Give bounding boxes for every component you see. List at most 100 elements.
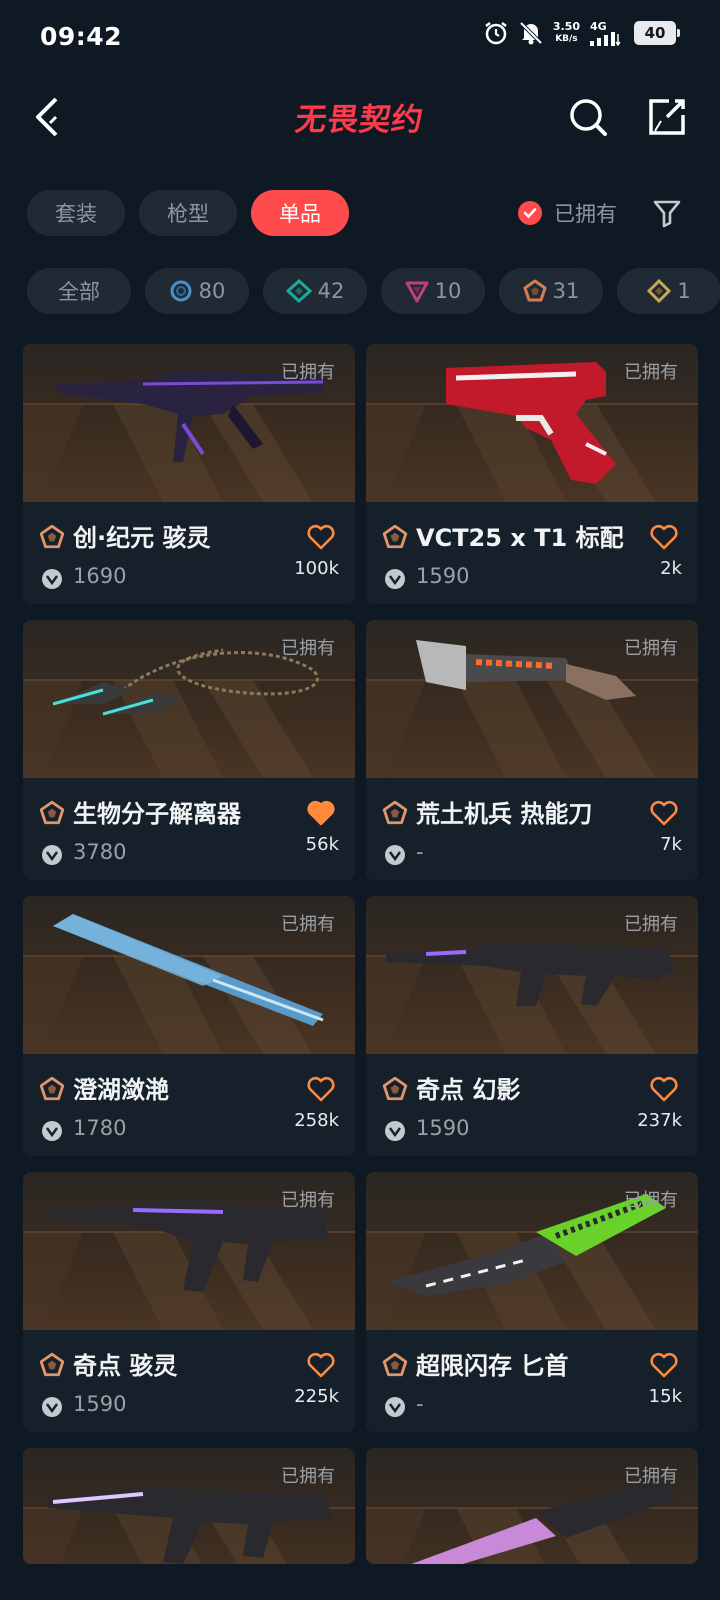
chip-ultra-edition[interactable]: 1	[617, 268, 720, 314]
check-icon	[518, 201, 542, 225]
skin-card[interactable]: 已拥有 生物分子解离器 3780 56k	[23, 620, 355, 880]
skin-card[interactable]: 已拥有 澄湖潋滟 1780 258k	[23, 896, 355, 1156]
exclusive-edition-icon	[39, 524, 65, 549]
like-count: 2k	[660, 558, 682, 579]
like-count: 7k	[660, 834, 682, 855]
mute-bell-icon	[519, 21, 543, 45]
card-info: 超限闪存 匕首 - 15k	[366, 1330, 698, 1432]
skin-image: 已拥有	[366, 344, 698, 502]
exclusive-edition-icon	[382, 524, 408, 549]
search-button[interactable]	[563, 92, 613, 142]
skin-price: 3780	[73, 840, 127, 864]
card-info: 创·纪元 骇灵 1690 100k	[23, 502, 355, 604]
skin-grid: 已拥有 创·纪元 骇灵 1690 100k 已拥有 VCT25 x T1 标配 …	[23, 344, 698, 1564]
chip-all[interactable]: 全部	[27, 268, 131, 314]
like-count: 258k	[294, 1110, 339, 1131]
skin-name: 生物分子解离器	[73, 800, 241, 828]
card-info: 荒土机兵 热能刀 - 7k	[366, 778, 698, 880]
select-edition-icon	[170, 280, 192, 302]
skin-card[interactable]: 已拥有 超限闪存 匕首 - 15k	[366, 1172, 698, 1432]
skin-card[interactable]: 已拥有	[23, 1448, 355, 1564]
filter-button[interactable]	[652, 198, 682, 228]
chip-premium-edition[interactable]: 10	[381, 268, 485, 314]
like-count: 15k	[648, 1386, 682, 1407]
like-count: 56k	[305, 834, 339, 855]
vp-currency-icon	[385, 1121, 405, 1141]
status-bar: 09:42 3.50 KB/s 4G 40	[0, 0, 720, 76]
heart-outline-icon[interactable]	[650, 800, 678, 826]
ultra-edition-icon	[647, 279, 672, 303]
heart-outline-icon[interactable]	[307, 1352, 335, 1378]
net-speed: 3.50 KB/s	[552, 20, 580, 45]
heart-outline-icon[interactable]	[650, 524, 678, 550]
like-count: 100k	[294, 558, 339, 579]
exclusive-edition-icon	[382, 1352, 408, 1377]
like-count: 225k	[294, 1386, 339, 1407]
skin-card[interactable]: 已拥有 VCT25 x T1 标配 1590 2k	[366, 344, 698, 604]
card-info: 澄湖潋滟 1780 258k	[23, 1054, 355, 1156]
skin-image: 已拥有	[23, 620, 355, 778]
skin-card[interactable]: 已拥有 奇点 幻影 1590 237k	[366, 896, 698, 1156]
owned-tag: 已拥有	[624, 1190, 678, 1211]
heart-outline-icon[interactable]	[307, 524, 335, 550]
skin-price: -	[416, 1392, 424, 1416]
chip-deluxe-count: 42	[317, 279, 345, 303]
heart-outline-icon[interactable]	[650, 1352, 678, 1378]
skin-name: 澄湖潋滟	[73, 1076, 169, 1104]
owned-filter-toggle[interactable]: 已拥有	[518, 198, 617, 228]
card-info: 奇点 幻影 1590 237k	[366, 1054, 698, 1156]
skin-card[interactable]: 已拥有 荒土机兵 热能刀 - 7k	[366, 620, 698, 880]
chip-deluxe-edition[interactable]: 42	[263, 268, 367, 314]
skin-price: 1780	[73, 1116, 127, 1140]
card-info: 生物分子解离器 3780 56k	[23, 778, 355, 880]
skin-name: 创·纪元 骇灵	[73, 524, 211, 552]
battery-indicator: 40	[634, 21, 680, 45]
vp-currency-icon	[385, 569, 405, 589]
share-icon	[649, 99, 685, 135]
skin-card[interactable]: 已拥有	[366, 1448, 698, 1564]
skin-image: 已拥有	[366, 1448, 698, 1564]
deluxe-edition-icon	[285, 279, 312, 303]
skin-price: 1590	[416, 564, 470, 588]
heart-filled-icon[interactable]	[307, 800, 335, 826]
skin-price: -	[416, 840, 424, 864]
skin-image: 已拥有	[23, 896, 355, 1054]
status-icons: 3.50 KB/s 4G 40	[483, 20, 680, 46]
skin-card[interactable]: 已拥有 创·纪元 骇灵 1690 100k	[23, 344, 355, 604]
skin-name: VCT25 x T1 标配	[416, 524, 624, 552]
chip-all-label: 全部	[58, 280, 100, 304]
rarity-filter-row: 全部 80 42 10 31 1	[27, 268, 720, 314]
heart-outline-icon[interactable]	[650, 1076, 678, 1102]
vp-currency-icon	[385, 1397, 405, 1417]
exclusive-edition-icon	[382, 800, 408, 825]
heart-outline-icon[interactable]	[307, 1076, 335, 1102]
owned-tag: 已拥有	[624, 1466, 678, 1487]
owned-tag: 已拥有	[624, 638, 678, 659]
skin-card[interactable]: 已拥有 奇点 骇灵 1590 225k	[23, 1172, 355, 1432]
tab-sets[interactable]: 套装	[27, 190, 125, 236]
skin-image: 已拥有	[23, 1172, 355, 1330]
exclusive-edition-icon	[523, 279, 547, 302]
vp-currency-icon	[385, 845, 405, 865]
skin-price: 1590	[416, 1116, 470, 1140]
chip-exclusive-edition[interactable]: 31	[499, 268, 603, 314]
skin-name: 奇点 骇灵	[73, 1352, 178, 1380]
share-button[interactable]	[642, 92, 692, 142]
owned-tag: 已拥有	[281, 1190, 335, 1211]
card-info: 奇点 骇灵 1590 225k	[23, 1330, 355, 1432]
chip-select-edition[interactable]: 80	[145, 268, 249, 314]
chip-select-count: 80	[198, 279, 226, 303]
skin-price: 1590	[73, 1392, 127, 1416]
owned-tag: 已拥有	[281, 1466, 335, 1487]
alarm-icon	[485, 22, 507, 45]
tab-weapon-types[interactable]: 枪型	[139, 190, 237, 236]
like-count: 237k	[637, 1110, 682, 1131]
tab-single-items[interactable]: 单品	[251, 190, 349, 236]
skin-image: 已拥有	[366, 896, 698, 1054]
app-header: 无畏契约	[0, 76, 720, 166]
skin-image: 已拥有	[366, 620, 698, 778]
premium-edition-icon	[405, 281, 429, 303]
filter-icon	[653, 200, 681, 228]
skin-image: 已拥有	[23, 1448, 355, 1564]
exclusive-edition-icon	[382, 1076, 408, 1101]
